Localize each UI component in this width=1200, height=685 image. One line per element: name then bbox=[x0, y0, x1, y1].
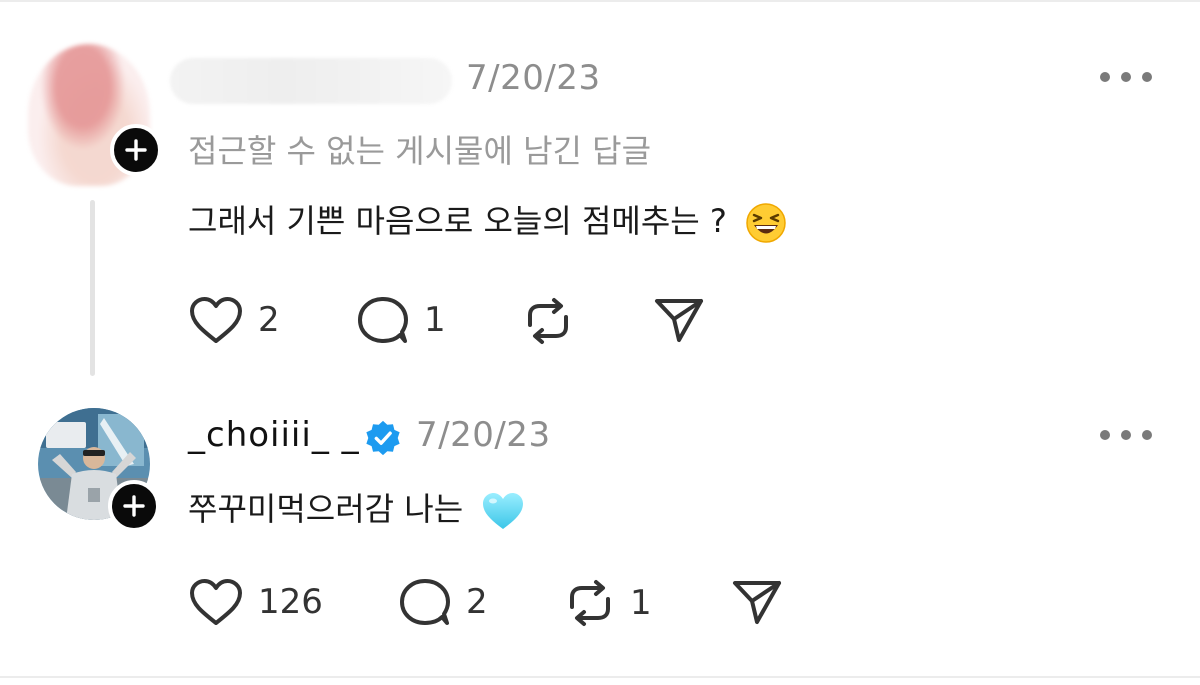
repost-button[interactable]: 1 bbox=[564, 577, 652, 629]
reply-post-2 bbox=[0, 385, 1200, 676]
reply-button[interactable]: 1 bbox=[356, 295, 446, 345]
heart-icon bbox=[190, 579, 242, 625]
post-text-container: 쭈꾸미먹으러감 나는 bbox=[188, 484, 525, 531]
repost-icon bbox=[570, 580, 610, 626]
comment-icon bbox=[400, 579, 450, 625]
like-count: 2 bbox=[258, 300, 280, 340]
repost-icon bbox=[528, 298, 568, 344]
dot-icon bbox=[1142, 72, 1152, 82]
post-text: 쭈꾸미먹으러감 나는 bbox=[188, 490, 464, 528]
light-blue-heart-icon bbox=[483, 493, 524, 529]
follow-button[interactable] bbox=[110, 124, 162, 176]
bottom-divider bbox=[0, 676, 1200, 678]
reply-count: 1 bbox=[424, 300, 446, 340]
dot-icon bbox=[1100, 430, 1110, 440]
follow-button[interactable] bbox=[108, 480, 160, 532]
like-button[interactable]: 2 bbox=[188, 295, 280, 345]
reply-context-label: 접근할 수 없는 게시물에 남긴 답글 bbox=[188, 132, 652, 170]
reply-button[interactable]: 2 bbox=[398, 577, 488, 627]
thread-line bbox=[90, 200, 95, 376]
like-count: 126 bbox=[258, 582, 323, 622]
repost-count: 1 bbox=[630, 583, 652, 623]
plus-icon bbox=[125, 139, 147, 161]
dot-icon bbox=[1100, 72, 1110, 82]
post-date: 7/20/23 bbox=[416, 415, 551, 455]
heart-icon bbox=[190, 297, 242, 343]
more-options-button[interactable] bbox=[1100, 428, 1152, 442]
post-text-container: 그래서 기쁜 마음으로 오늘의 점메추는 ? bbox=[188, 196, 787, 244]
dot-icon bbox=[1121, 430, 1131, 440]
post-text: 그래서 기쁜 마음으로 오늘의 점메추는 ? bbox=[188, 202, 727, 240]
reply-post-1: 7/20/23 접근할 수 없는 게시물에 남긴 답글 그래서 기쁜 마음으로 … bbox=[0, 0, 1200, 385]
repost-button[interactable] bbox=[522, 295, 574, 347]
like-button[interactable]: 126 bbox=[188, 577, 323, 627]
dot-icon bbox=[1142, 430, 1152, 440]
share-button[interactable] bbox=[730, 577, 784, 627]
username-redacted[interactable] bbox=[170, 58, 452, 104]
plus-icon bbox=[123, 495, 145, 517]
dot-icon bbox=[1121, 72, 1131, 82]
reply-count: 2 bbox=[466, 582, 488, 622]
share-button[interactable] bbox=[652, 295, 706, 345]
grinning-squinting-face-icon bbox=[746, 203, 786, 243]
more-options-button[interactable] bbox=[1100, 70, 1152, 84]
username[interactable]: _choiiii_ _ bbox=[188, 415, 360, 455]
comment-icon bbox=[358, 297, 408, 343]
verified-badge-icon bbox=[366, 420, 400, 456]
send-icon bbox=[733, 581, 781, 624]
send-icon bbox=[655, 299, 703, 342]
post-date: 7/20/23 bbox=[466, 58, 601, 98]
